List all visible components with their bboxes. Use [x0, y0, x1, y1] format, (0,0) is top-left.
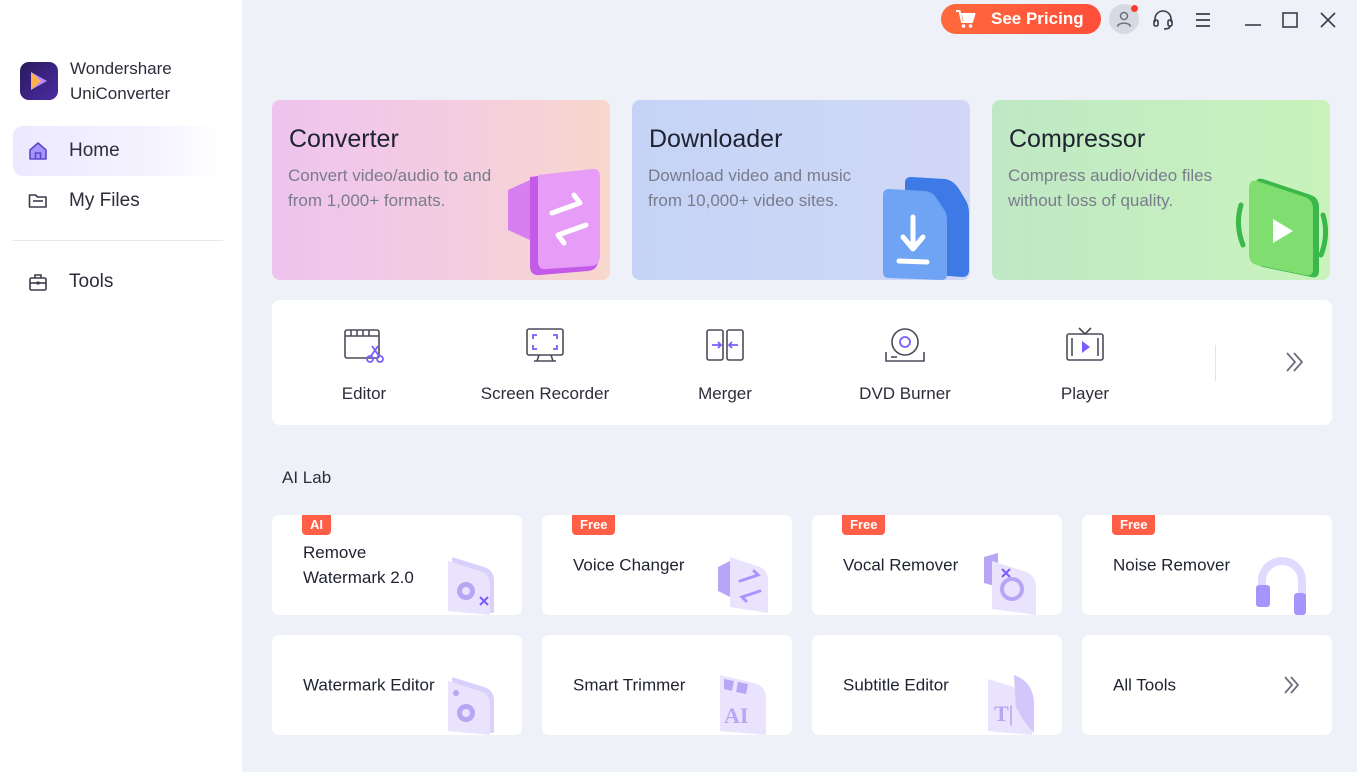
tile-label: Smart Trimmer [573, 675, 686, 695]
downloader-art-icon [883, 177, 969, 280]
minimize-icon [1245, 24, 1261, 26]
home-icon [27, 140, 49, 162]
compressor-card[interactable]: Compressor Compress audio/video files wi… [992, 100, 1330, 280]
tool-screen-recorder[interactable]: Screen Recorder [455, 300, 635, 425]
see-pricing-button[interactable]: See Pricing [941, 4, 1101, 34]
cart-icon [955, 9, 977, 29]
tile-watermark-editor[interactable]: Watermark Editor [272, 635, 522, 735]
merger-icon [706, 329, 744, 361]
sidebar-item-my-files[interactable]: My Files [13, 176, 221, 226]
tile-label: Subtitle Editor [843, 675, 949, 695]
see-pricing-label: See Pricing [991, 9, 1084, 28]
menu-button[interactable] [1188, 5, 1218, 35]
toolbox-icon [27, 271, 49, 293]
tool-label: Merger [698, 384, 752, 403]
maximize-button[interactable] [1275, 5, 1305, 35]
sidebar: Wondershare UniConverter Home My Files T… [0, 0, 242, 772]
card-title: Downloader [649, 125, 783, 153]
ai-lab-title: AI Lab [282, 468, 332, 487]
chevron-double-right-icon [1284, 676, 1300, 694]
ai-badge: AI [302, 515, 331, 535]
sidebar-item-home[interactable]: Home [13, 126, 221, 176]
user-icon [1116, 11, 1132, 27]
maximize-icon [1282, 12, 1298, 28]
user-avatar-button[interactable] [1109, 4, 1139, 34]
downloader-card[interactable]: Downloader Download video and music from… [632, 100, 970, 280]
tile-smart-trimmer[interactable]: Smart Trimmer AI [542, 635, 792, 735]
voice-changer-icon [718, 557, 768, 613]
close-button[interactable] [1313, 5, 1343, 35]
minimize-button[interactable] [1238, 5, 1268, 35]
svg-text:AI: AI [724, 703, 748, 728]
sidebar-item-label: Home [69, 140, 120, 161]
app-logo-icon [20, 62, 58, 100]
app-name: Wondershare UniConverter [70, 56, 172, 106]
tool-editor[interactable]: Editor [274, 300, 454, 425]
converter-art-icon [508, 168, 600, 276]
compressor-art-icon [1235, 178, 1329, 278]
dvd-burner-icon [885, 328, 925, 362]
remove-watermark-icon [448, 557, 494, 615]
brand: Wondershare UniConverter [20, 56, 172, 106]
close-icon [1320, 12, 1336, 28]
tile-label: Remove Watermark 2.0 [303, 543, 414, 587]
tile-label: Watermark Editor [303, 675, 435, 695]
tool-dvd-burner[interactable]: DVD Burner [815, 300, 995, 425]
smart-trimmer-icon: AI [720, 675, 766, 735]
sidebar-item-label: My Files [69, 190, 140, 211]
free-badge: Free [842, 515, 886, 535]
converter-card[interactable]: Converter Convert video/audio to and fro… [272, 100, 610, 280]
watermark-editor-icon [448, 677, 494, 735]
tile-voice-changer[interactable]: Free Voice Changer [542, 515, 792, 615]
tool-label: Editor [341, 384, 387, 403]
player-icon [1066, 327, 1104, 361]
app-name-line2: UniConverter [70, 84, 171, 103]
tile-subtitle-editor[interactable]: Subtitle Editor T| [812, 635, 1062, 735]
vocal-remover-icon [984, 553, 1036, 615]
tools-strip: Editor Screen Recorder Merger DVD Burner… [272, 300, 1332, 425]
tool-label: Player [1060, 384, 1110, 403]
tile-label: Noise Remover [1113, 555, 1231, 575]
tile-label: All Tools [1113, 675, 1176, 695]
card-description: Download video and music from 10,000+ vi… [648, 166, 852, 210]
chevron-double-right-icon [1286, 352, 1304, 372]
app-name-line1: Wondershare [70, 59, 172, 78]
tools-more-button[interactable] [1280, 348, 1308, 381]
tools-divider [1215, 345, 1216, 381]
tile-vocal-remover[interactable]: Free Vocal Remover [812, 515, 1062, 615]
card-title: Compressor [1009, 125, 1146, 153]
headset-icon [1153, 10, 1173, 30]
folder-icon [27, 190, 49, 212]
tool-merger[interactable]: Merger [635, 300, 815, 425]
card-title: Converter [289, 125, 399, 153]
tile-remove-watermark[interactable]: AI Remove Watermark 2.0 [272, 515, 522, 615]
tile-label: Voice Changer [573, 555, 685, 575]
card-description: Convert video/audio to and from 1,000+ f… [288, 166, 492, 210]
free-badge: Free [572, 515, 616, 535]
sidebar-divider [13, 240, 223, 241]
menu-icon [1196, 13, 1210, 27]
card-description: Compress audio/video files without loss … [1008, 166, 1213, 210]
svg-text:T|: T| [994, 701, 1014, 726]
editor-icon [344, 329, 384, 363]
tool-label: Screen Recorder [480, 384, 610, 403]
tile-label: Vocal Remover [843, 555, 959, 575]
free-badge: Free [1112, 515, 1156, 535]
tile-noise-remover[interactable]: Free Noise Remover [1082, 515, 1332, 615]
notification-dot [1131, 5, 1138, 12]
tool-label: DVD Burner [859, 384, 951, 403]
noise-remover-icon [1256, 557, 1306, 615]
sidebar-item-tools[interactable]: Tools [13, 257, 221, 307]
support-button[interactable] [1148, 5, 1178, 35]
screen-recorder-icon [526, 328, 564, 362]
tile-all-tools[interactable]: All Tools [1082, 635, 1332, 735]
tool-player[interactable]: Player [995, 300, 1175, 425]
sidebar-item-label: Tools [69, 271, 114, 292]
subtitle-editor-icon: T| [988, 675, 1034, 735]
